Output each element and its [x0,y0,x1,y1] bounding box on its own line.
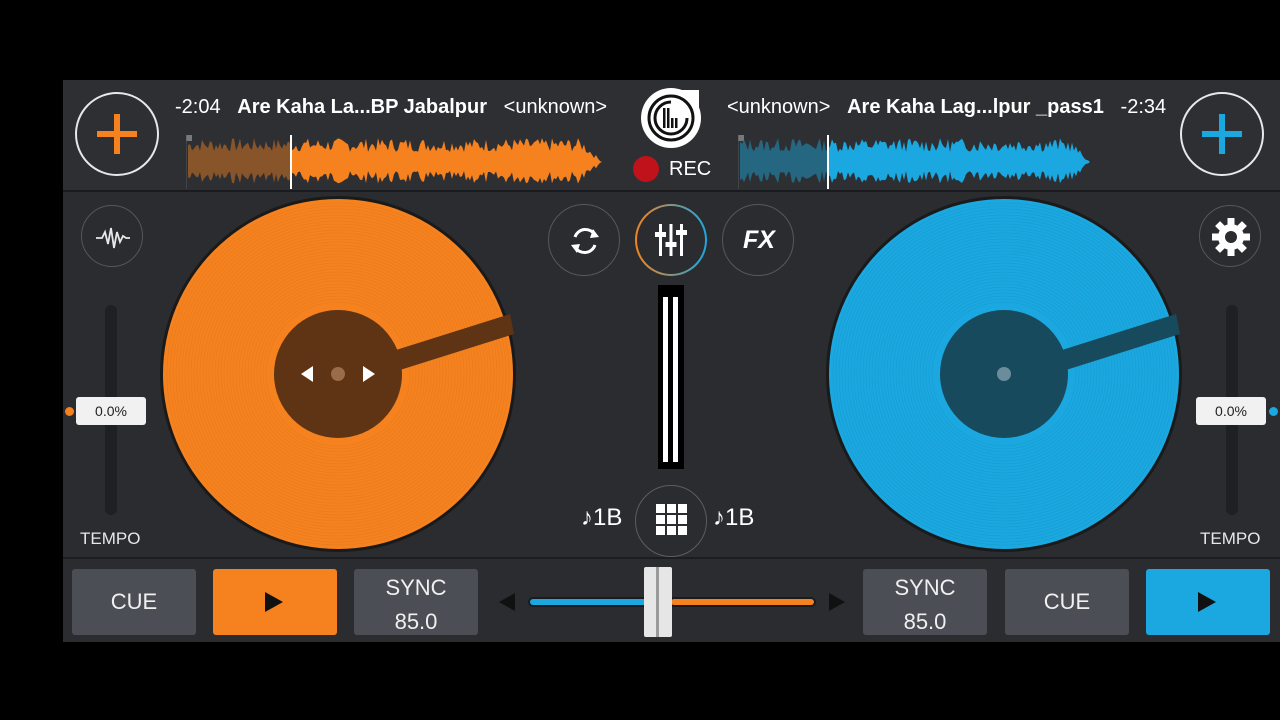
loop-icon [571,228,599,254]
gear-icon [1212,218,1250,256]
transport-bar: CUE SYNC 85.0 SYNC 85.0 CUE [63,557,1280,642]
play-button-right[interactable] [1146,569,1270,635]
cue-label-left: CUE [110,589,158,614]
level-meter [658,285,684,469]
loop-button[interactable] [548,204,620,276]
tempo-marker-right [1269,407,1278,416]
sync-value-right: 85.0 [903,609,947,634]
turntable-right[interactable] [824,194,1184,554]
play-button-left[interactable] [213,569,337,635]
sync-value-left: 85.0 [394,609,438,634]
track-info-left: -2:04 Are Kaha La...BP Jabalpur <unknown… [175,96,607,119]
sync-button-left[interactable]: SYNC 85.0 [354,569,478,635]
track-title-right: Are Kaha Lag...lpur _pass1 [847,96,1104,118]
tempo-label-left: TEMPO [80,529,141,548]
track-info-right: <unknown> Are Kaha Lag...lpur _pass1 -2:… [727,96,1166,119]
waveform-view-button[interactable] [81,205,143,267]
plus-icon [1202,114,1242,154]
fx-button[interactable]: FX [722,204,794,276]
tempo-knob-left[interactable]: 0.0% [76,397,146,425]
crossfader[interactable] [493,559,853,642]
play-icon [265,592,283,612]
add-track-left-button[interactable] [75,92,159,176]
bpm-left: ♪1B [581,504,623,531]
record-label: REC [669,158,712,180]
time-remaining-right: -2:34 [1120,96,1167,118]
crossfader-handle[interactable] [644,567,672,637]
waveform-icon [96,227,130,249]
track-artist-left: <unknown> [503,96,608,118]
tempo-label-right: TEMPO [1200,529,1261,548]
record-icon [633,156,659,182]
dj-app: -2:04 Are Kaha La...BP Jabalpur <unknown… [63,80,1280,642]
tempo-knob-right[interactable]: 0.0% [1196,397,1266,425]
time-remaining-left: -2:04 [175,96,221,118]
plus-icon [97,114,137,154]
turntable-left[interactable] [158,194,518,554]
cue-button-right[interactable]: CUE [1005,569,1129,635]
waveform-right[interactable] [738,135,1098,189]
mixer-icon [655,224,687,256]
mixer-button[interactable] [635,204,707,276]
top-bar: -2:04 Are Kaha La...BP Jabalpur <unknown… [63,80,1280,192]
cue-button-left[interactable]: CUE [72,569,196,635]
grid-icon [656,504,687,535]
settings-button[interactable] [1199,205,1261,267]
play-icon [1198,592,1216,612]
track-title-left: Are Kaha La...BP Jabalpur [237,96,487,118]
pads-button[interactable] [635,485,707,557]
tempo-marker-left [65,407,74,416]
sync-button-right[interactable]: SYNC 85.0 [863,569,987,635]
waveform-left[interactable] [186,135,606,189]
sync-label-left: SYNC [385,575,447,600]
add-track-right-button[interactable] [1180,92,1264,176]
fx-icon: FX [743,226,775,254]
track-artist-right: <unknown> [727,96,831,118]
cue-label-right: CUE [1043,589,1091,614]
bpm-right: ♪1B [713,504,755,531]
sync-label-right: SYNC [894,575,956,600]
app-logo-icon[interactable] [641,88,701,148]
